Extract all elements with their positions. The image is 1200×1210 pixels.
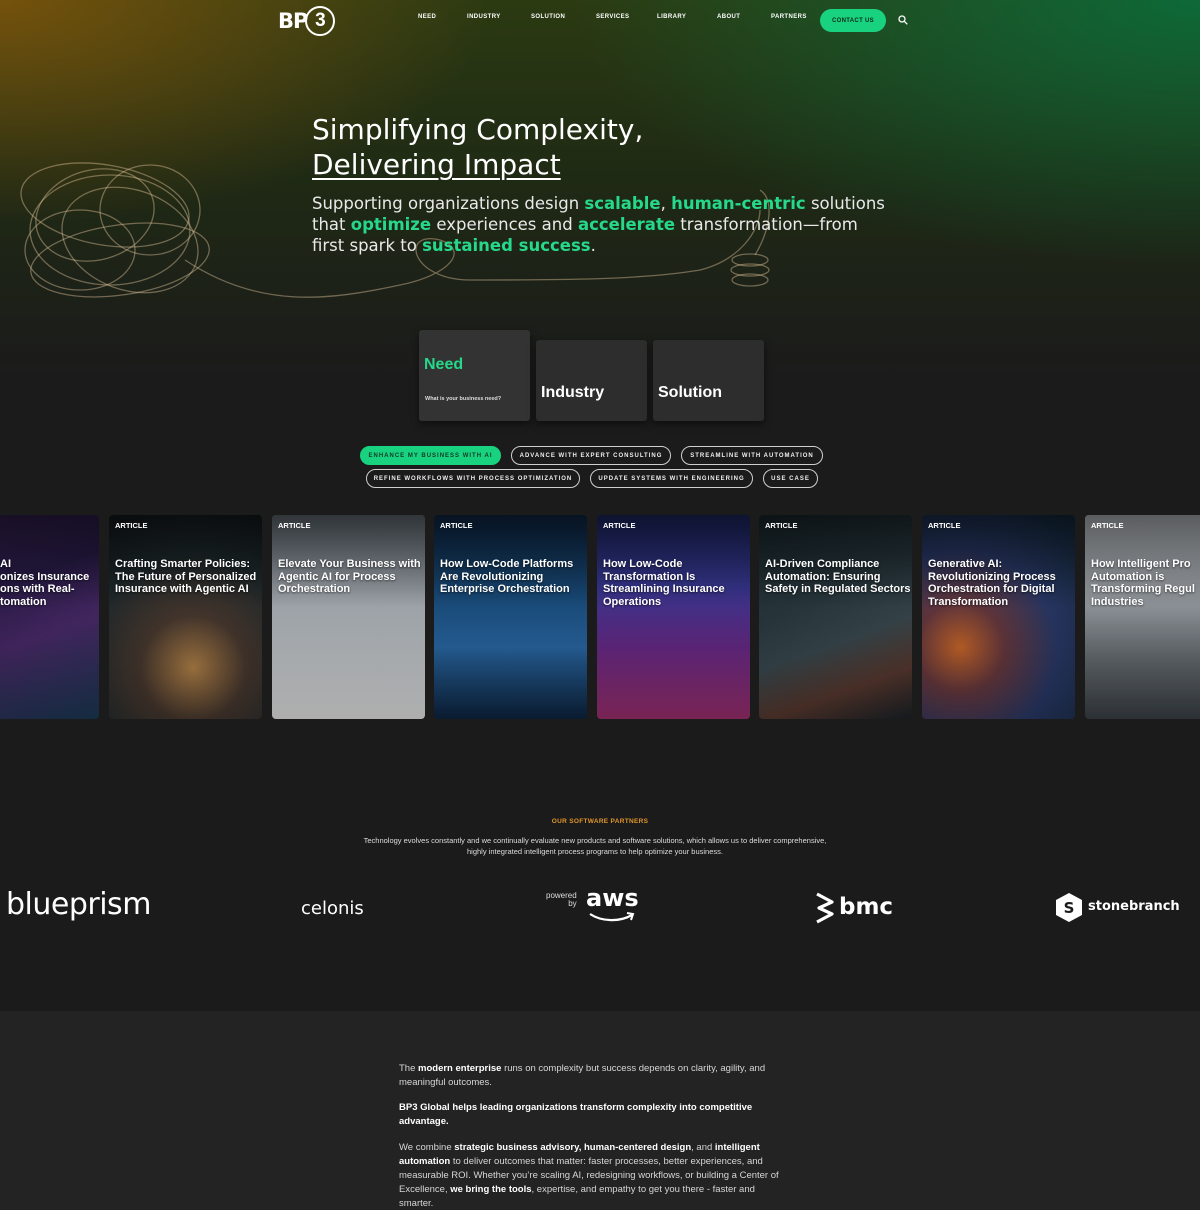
bp3-logo[interactable]: BP 3 (278, 6, 336, 36)
nav-item-services[interactable]: SERVICES (596, 14, 629, 20)
article-tag: ARTICLE (1091, 521, 1124, 530)
subheading-highlight: optimize (350, 215, 432, 234)
aws-powered-by-text: powered by (546, 891, 577, 908)
article-title: Generative AI: Revolutionizing Process O… (928, 558, 1056, 608)
bmc-logo: bmc (839, 894, 894, 920)
headline-line-2: Delivering Impact (312, 148, 561, 181)
nav-item-partners[interactable]: PARTNERS (771, 14, 807, 20)
nav-item-about[interactable]: ABOUT (717, 14, 740, 20)
nav-item-solution[interactable]: SOLUTION (531, 14, 565, 20)
pill-enhance-with-ai[interactable]: ENHANCE MY BUSINESS WITH AI (360, 446, 501, 465)
card-overlay (434, 515, 587, 719)
article-card[interactable]: ARTICLE AI-Driven Compliance Automation:… (759, 515, 912, 719)
bold-text: strategic business advisory (454, 1142, 579, 1153)
nav-item-library[interactable]: LIBRARY (657, 14, 686, 20)
pill-process-optimization[interactable]: REFINE WORKFLOWS WITH PROCESS OPTIMIZATI… (366, 469, 580, 488)
article-tag: ARTICLE (928, 521, 961, 530)
pill-expert-consulting[interactable]: ADVANCE WITH EXPERT CONSULTING (511, 446, 671, 465)
stonebranch-mark-icon: S (1056, 893, 1082, 922)
article-title: How Low-Code Platforms Are Revolutionizi… (440, 558, 574, 595)
card-overlay (597, 515, 750, 719)
article-card[interactable]: ARTICLE Elevate Your Business with Agent… (272, 515, 425, 719)
article-title: AI onizes Insurance ons with Real- tomat… (0, 558, 90, 608)
bold-text: we bring the tools (450, 1184, 532, 1195)
svg-text:S: S (1064, 899, 1075, 917)
card-overlay (922, 515, 1075, 719)
selector-card-title: Solution (658, 384, 722, 401)
selector-card-title: Need (424, 356, 464, 373)
aws-smile-icon (589, 912, 635, 922)
article-card[interactable]: AI onizes Insurance ons with Real- tomat… (0, 515, 99, 719)
pill-use-case[interactable]: USE CASE (763, 469, 818, 488)
contact-us-button[interactable]: CONTACT US (820, 9, 886, 32)
celonis-logo: celonis (301, 898, 364, 919)
body-text: , and (691, 1142, 715, 1153)
stonebranch-logo: stonebranch (1088, 899, 1180, 914)
article-tag: ARTICLE (278, 521, 311, 530)
subheading-text: , (660, 194, 672, 213)
article-tag: ARTICLE (765, 521, 798, 530)
article-tag: ARTICLE (440, 521, 473, 530)
card-overlay (109, 515, 262, 719)
logo-circle-3: 3 (305, 6, 336, 36)
pill-engineering[interactable]: UPDATE SYSTEMS WITH ENGINEERING (590, 469, 753, 488)
about-paragraph-1: The modern enterprise runs on complexity… (399, 1062, 789, 1090)
selector-card-solution[interactable]: Solution (653, 340, 764, 421)
article-title: Elevate Your Business with Agentic AI fo… (278, 558, 421, 595)
article-tag: ARTICLE (115, 521, 148, 530)
subheading-highlight: accelerate (577, 215, 676, 234)
about-section: The modern enterprise runs on complexity… (0, 1011, 1200, 1210)
card-overlay (1085, 515, 1200, 719)
subheading-text: experiences and (431, 215, 578, 234)
bold-text: , human-centered design (578, 1142, 692, 1153)
aws-logo: aws (586, 884, 639, 912)
article-card[interactable]: ARTICLE How Low-Code Platforms Are Revol… (434, 515, 587, 719)
bmc-mark-icon (816, 892, 834, 924)
body-text: We combine (399, 1142, 455, 1153)
blueprism-logo: blueprism (6, 887, 151, 922)
hero-headline: Simplifying Complexity, Delivering Impac… (312, 112, 643, 182)
article-card[interactable]: ARTICLE How Low-Code Transformation Is S… (597, 515, 750, 719)
selector-card-industry[interactable]: Industry (536, 340, 647, 421)
card-overlay (272, 515, 425, 719)
about-paragraph-2: BP3 Global helps leading organizations t… (399, 1101, 789, 1129)
selector-card-title: Industry (541, 384, 605, 401)
article-title: How Low-Code Transformation Is Streamlin… (603, 558, 725, 608)
body-text: The (399, 1063, 419, 1074)
subheading-text: Supporting organizations design (312, 194, 585, 213)
article-tag: ARTICLE (603, 521, 636, 530)
card-overlay (759, 515, 912, 719)
article-title: How Intelligent Pro Automation is Transf… (1091, 558, 1195, 608)
about-paragraph-3: We combine strategic business advisory, … (399, 1141, 789, 1210)
bold-text: modern enterprise (418, 1063, 502, 1074)
headline-line-1: Simplifying Complexity, (312, 113, 644, 146)
article-card[interactable]: ARTICLE How Intelligent Pro Automation i… (1085, 515, 1200, 719)
hero-subheading: Supporting organizations design scalable… (312, 193, 892, 256)
top-navigation: BP 3 NEED INDUSTRY SOLUTION SERVICES LIB… (0, 0, 1200, 42)
article-card[interactable]: ARTICLE Crafting Smarter Policies: The F… (109, 515, 262, 719)
subheading-text: . (590, 236, 596, 255)
partners-description: Technology evolves constantly and we con… (363, 836, 827, 856)
search-icon[interactable] (898, 15, 908, 25)
logo-text: BP (278, 9, 308, 33)
article-card[interactable]: ARTICLE Generative AI: Revolutionizing P… (922, 515, 1075, 719)
subheading-highlight: sustained success (422, 236, 591, 255)
partners-eyebrow: OUR SOFTWARE PARTNERS (551, 818, 649, 825)
card-overlay (0, 515, 99, 719)
nav-item-industry[interactable]: INDUSTRY (467, 14, 501, 20)
selector-card-need[interactable]: Need What is your business need? (419, 330, 530, 421)
pill-streamline-automation[interactable]: STREAMLINE WITH AUTOMATION (681, 446, 823, 465)
nav-item-need[interactable]: NEED (418, 14, 436, 20)
bold-text: BP3 Global helps leading organizations t… (399, 1102, 753, 1127)
article-title: AI-Driven Compliance Automation: Ensurin… (765, 558, 911, 595)
selector-card-subtitle: What is your business need? (425, 396, 502, 402)
subheading-highlight: human-centric (671, 194, 806, 213)
article-title: Crafting Smarter Policies: The Future of… (115, 558, 257, 595)
subheading-highlight: scalable (584, 194, 661, 213)
